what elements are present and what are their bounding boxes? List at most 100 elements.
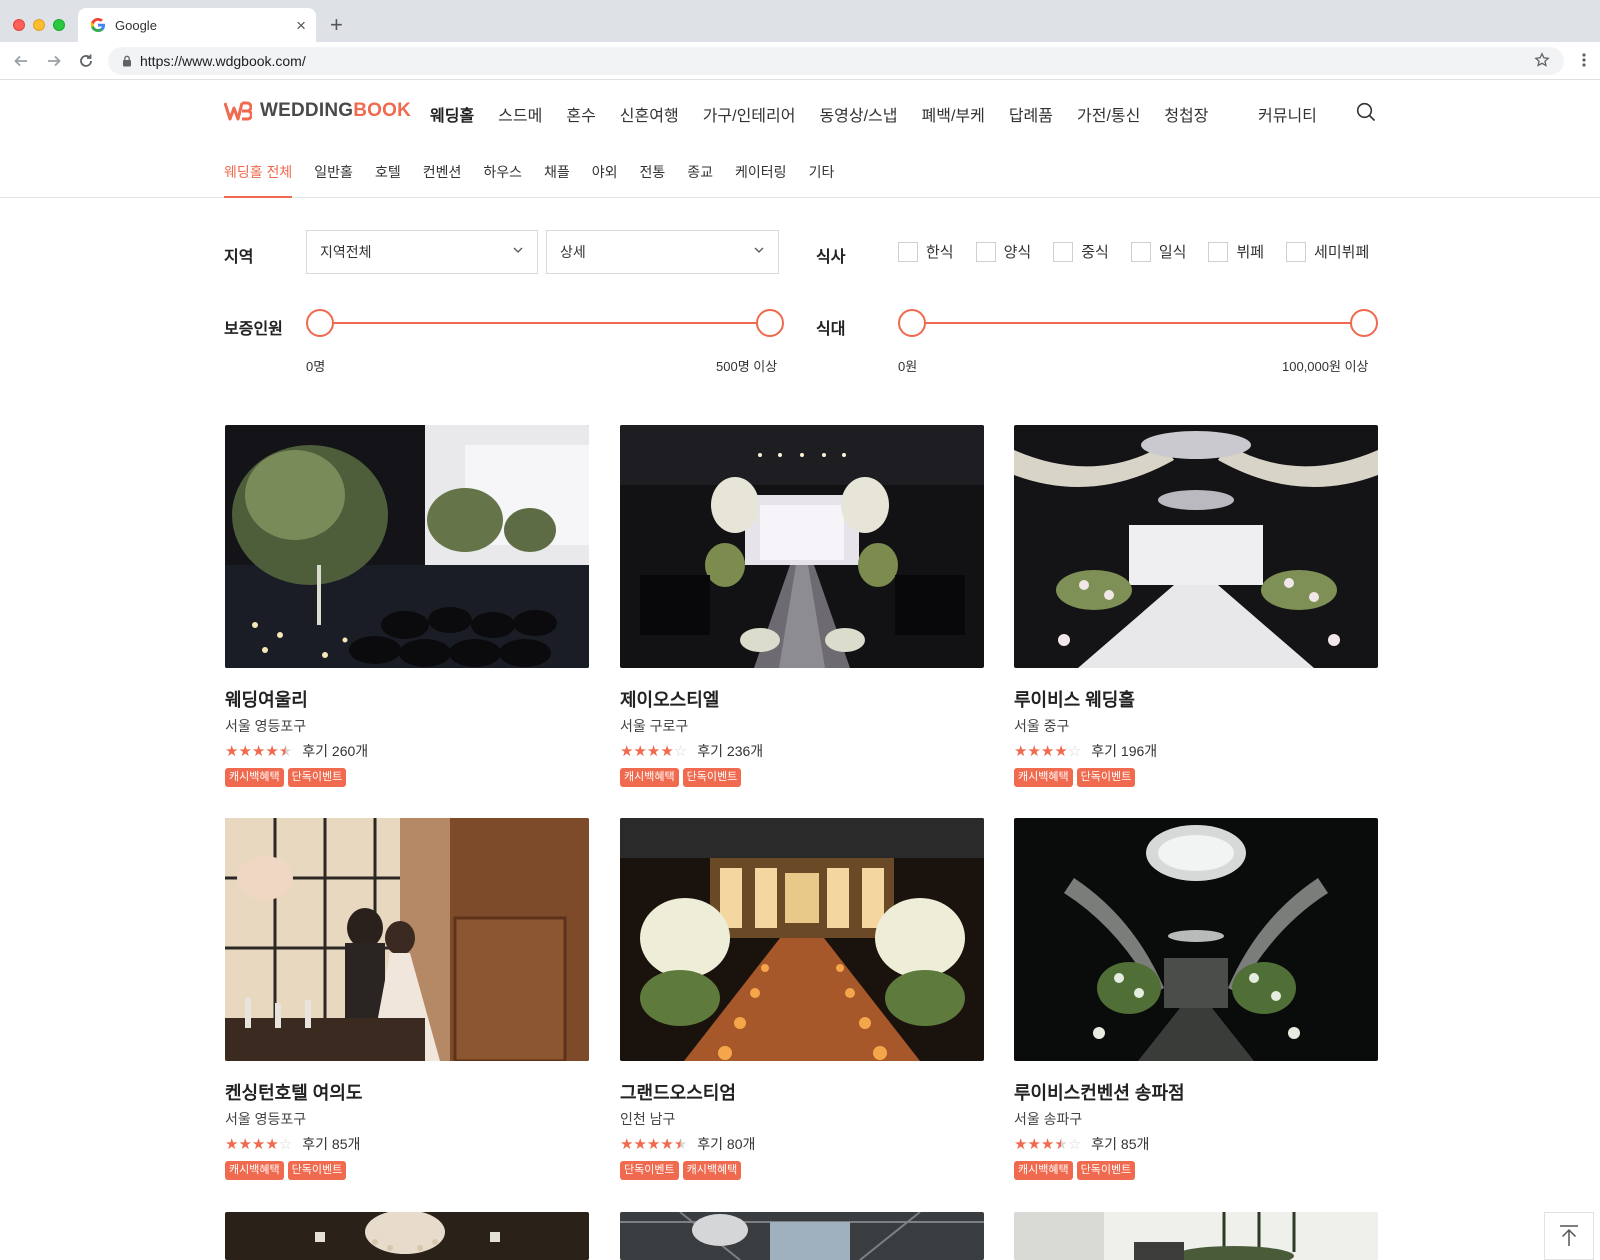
- maximize-window-button[interactable]: [53, 19, 65, 31]
- venue-photo[interactable]: [1014, 425, 1378, 668]
- checkbox[interactable]: [1053, 241, 1074, 262]
- venue-photo-partial[interactable]: [225, 1212, 589, 1260]
- guests-range-slider[interactable]: [306, 308, 784, 338]
- slider-handle-min[interactable]: [898, 309, 926, 337]
- nav-item-furniture[interactable]: 가구/인테리어: [703, 102, 796, 126]
- empty-star-icon: ☆: [278, 1135, 293, 1153]
- meal-option-semi-buffet[interactable]: 세미뷔페: [1286, 241, 1369, 262]
- slider-handle-max[interactable]: [1350, 309, 1378, 337]
- browser-tab[interactable]: Google ×: [78, 8, 316, 42]
- close-window-button[interactable]: [13, 19, 25, 31]
- meal-option-japanese[interactable]: 일식: [1130, 241, 1186, 262]
- close-tab-icon[interactable]: ×: [296, 17, 306, 34]
- slider-handle-min[interactable]: [306, 309, 334, 337]
- venue-photo[interactable]: [1014, 818, 1378, 1061]
- venue-name[interactable]: 그랜드오스티엄: [620, 1079, 984, 1105]
- nav-item-appliance[interactable]: 가전/통신: [1077, 102, 1140, 126]
- venue-card[interactable]: 그랜드오스티엄 인천 남구 ★ ★ ★ ★ ★ 후기 80개 단독이벤트 캐시백혜택: [620, 818, 984, 1180]
- nav-item-video-snap[interactable]: 동영상/스냅: [819, 102, 897, 126]
- kebab-icon[interactable]: [1582, 52, 1586, 73]
- venue-name[interactable]: 제이오스티엘: [620, 686, 984, 712]
- sub-nav-all[interactable]: 웨딩홀 전체: [224, 162, 293, 198]
- checkbox[interactable]: [1208, 241, 1229, 262]
- meal-option-western[interactable]: 양식: [975, 241, 1031, 262]
- checkbox[interactable]: [975, 241, 996, 262]
- nav-item-community[interactable]: 커뮤니티: [1258, 102, 1317, 126]
- venue-card[interactable]: 루이비스 웨딩홀 서울 중구 ★ ★ ★ ★ ☆ 후기 196개 캐시백혜택 단독이벤트: [1014, 425, 1378, 787]
- tab-title: Google: [115, 17, 157, 33]
- sub-nav-etc[interactable]: 기타: [809, 162, 835, 198]
- detail-select[interactable]: 상세: [546, 230, 779, 274]
- sub-nav-outdoor[interactable]: 야외: [592, 162, 618, 198]
- sub-nav-convention[interactable]: 컨벤션: [423, 162, 462, 198]
- sub-nav-chapel[interactable]: 채플: [544, 162, 570, 198]
- reload-icon[interactable]: [75, 50, 97, 72]
- address-bar[interactable]: https://www.wdgbook.com/: [108, 47, 1564, 75]
- meal-option-buffet[interactable]: 뷔페: [1208, 241, 1264, 262]
- chevron-down-icon: [513, 247, 523, 253]
- venue-name[interactable]: 웨딩여울리: [225, 686, 589, 712]
- venue-card[interactable]: 제이오스티엘 서울 구로구 ★ ★ ★ ★ ☆ 후기 236개 캐시백혜택 단독이벤트: [620, 425, 984, 787]
- nav-item-invitation[interactable]: 청첩장: [1164, 102, 1208, 126]
- exclusive-event-badge: 단독이벤트: [1076, 768, 1136, 787]
- badge-list: 캐시백혜택 단독이벤트: [225, 768, 589, 787]
- nav-item-gifts[interactable]: 답례품: [1009, 102, 1053, 126]
- star-icon: ★: [1040, 1135, 1055, 1153]
- exclusive-event-badge: 단독이벤트: [1076, 1161, 1136, 1180]
- nav-item-honeymoon[interactable]: 신혼여행: [620, 102, 679, 126]
- url-text: https://www.wdgbook.com/: [140, 53, 306, 69]
- venue-name[interactable]: 루이비스 웨딩홀: [1014, 686, 1378, 712]
- nav-item-pyebaek-bouquet[interactable]: 폐백/부케: [922, 102, 985, 126]
- star-icon: ★: [1054, 742, 1068, 760]
- review-count[interactable]: 후기 85개: [1091, 1134, 1149, 1154]
- minimize-window-button[interactable]: [33, 19, 45, 31]
- nav-item-honsu[interactable]: 혼수: [566, 102, 595, 126]
- star-icon[interactable]: [1534, 52, 1550, 71]
- review-count[interactable]: 후기 236개: [697, 741, 763, 761]
- venue-card[interactable]: 루이비스컨벤션 송파점 서울 송파구 ★ ★ ★ ★ ☆ 후기 85개 캐시백혜택 단독…: [1014, 818, 1378, 1180]
- venue-rating: ★ ★ ★ ★ ☆ 후기 236개: [620, 741, 984, 761]
- cashback-badge: 캐시백혜택: [620, 768, 679, 787]
- new-tab-icon[interactable]: +: [330, 14, 343, 36]
- region-select[interactable]: 지역전체: [306, 230, 538, 274]
- checkbox[interactable]: [1286, 241, 1307, 262]
- sub-nav-general-hall[interactable]: 일반홀: [314, 162, 353, 198]
- checkbox[interactable]: [898, 241, 918, 262]
- nav-item-wedding-hall[interactable]: 웨딩홀: [430, 102, 474, 126]
- price-range-slider[interactable]: [898, 308, 1378, 338]
- venue-photo[interactable]: [620, 425, 984, 668]
- review-count[interactable]: 후기 80개: [697, 1134, 755, 1154]
- slider-handle-max[interactable]: [756, 309, 784, 337]
- half-star-icon: ★: [673, 1135, 688, 1153]
- meal-option-korean[interactable]: 한식: [898, 241, 954, 262]
- arrow-left-icon[interactable]: [10, 50, 32, 72]
- review-count[interactable]: 후기 260개: [302, 741, 368, 761]
- star-rating: ★ ★ ★ ★ ☆: [1014, 744, 1081, 759]
- sub-nav-house[interactable]: 하우스: [483, 162, 522, 198]
- meal-option-chinese[interactable]: 중식: [1053, 241, 1109, 262]
- scroll-top-button[interactable]: [1544, 1212, 1594, 1260]
- site-logo[interactable]: WEDDING BOOK: [224, 100, 411, 122]
- logo-text-wedding: WEDDING: [260, 100, 354, 121]
- venue-card[interactable]: 켄싱턴호텔 여의도 서울 영등포구 ★ ★ ★ ★ ☆ 후기 85개 캐시백혜택 단독이…: [225, 818, 589, 1180]
- venue-name[interactable]: 루이비스컨벤션 송파점: [1014, 1079, 1378, 1105]
- venue-photo[interactable]: [620, 818, 984, 1061]
- search-icon[interactable]: [1356, 102, 1376, 127]
- sub-nav-religious[interactable]: 종교: [687, 162, 713, 198]
- scroll-top-icon: [1560, 1225, 1578, 1246]
- checkbox[interactable]: [1130, 241, 1151, 262]
- venue-photo-partial[interactable]: [620, 1212, 984, 1260]
- venue-photo[interactable]: [225, 818, 589, 1061]
- sub-nav-hotel[interactable]: 호텔: [375, 162, 401, 198]
- sub-nav-catering[interactable]: 케이터링: [735, 162, 787, 198]
- venue-photo-partial[interactable]: [1014, 1212, 1378, 1260]
- sub-nav-traditional[interactable]: 전통: [640, 162, 666, 198]
- venue-name[interactable]: 켄싱턴호텔 여의도: [225, 1079, 589, 1105]
- venue-card[interactable]: 웨딩여울리 서울 영등포구 ★ ★ ★ ★ ★ 후기 260개 캐시백혜택 단독이벤트: [225, 425, 589, 787]
- nav-item-sdm[interactable]: 스드메: [498, 102, 542, 126]
- review-count[interactable]: 후기 196개: [1091, 741, 1157, 761]
- venue-location: 서울 영등포구: [225, 718, 307, 734]
- venue-photo[interactable]: [225, 425, 589, 668]
- arrow-right-icon[interactable]: [43, 50, 65, 72]
- review-count[interactable]: 후기 85개: [302, 1134, 360, 1154]
